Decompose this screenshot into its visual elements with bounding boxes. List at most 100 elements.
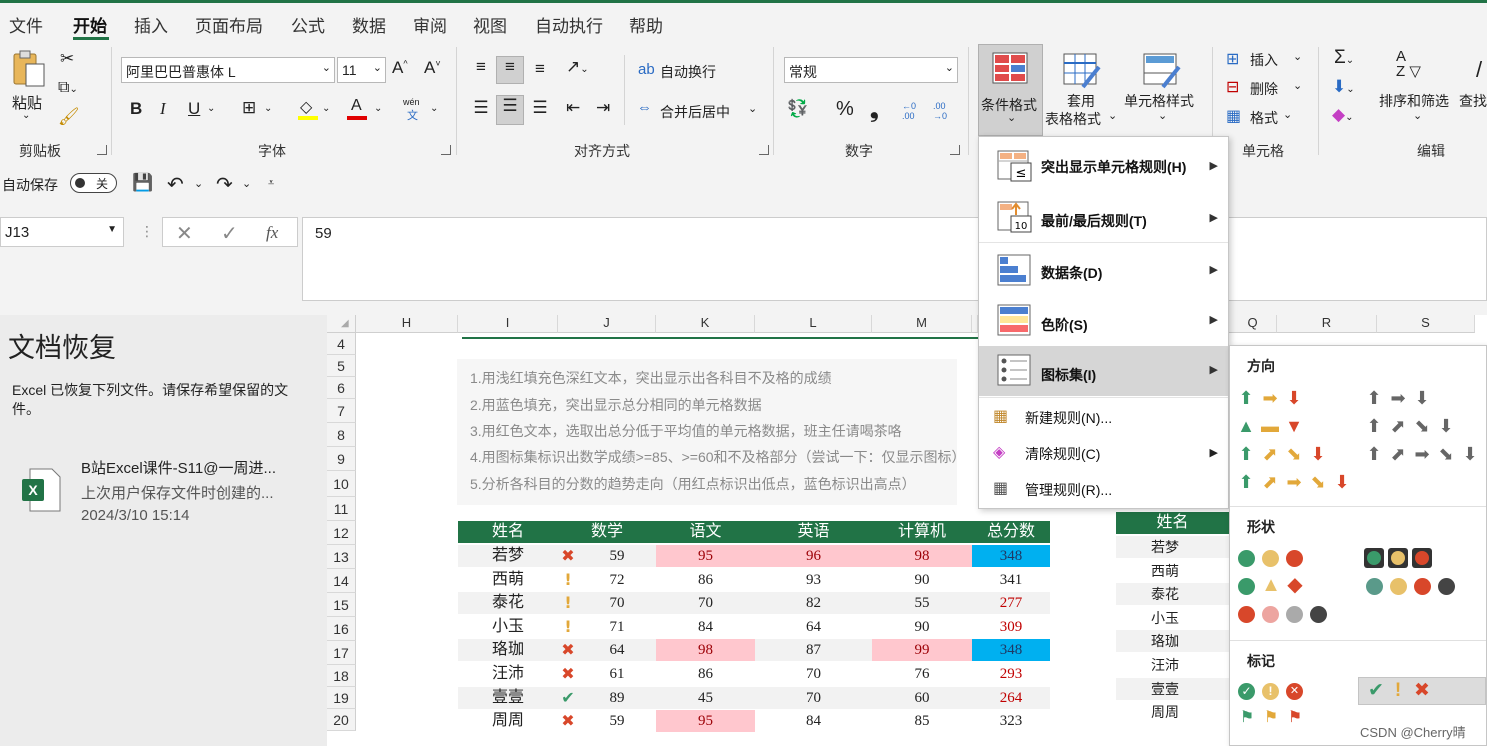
cell-computer[interactable]: 90	[872, 569, 972, 591]
decrease-decimal-icon[interactable]: .00 →0	[933, 101, 947, 121]
tab-automate[interactable]: 自动执行	[535, 12, 603, 37]
tab-home[interactable]: 开始	[73, 12, 107, 37]
orientation-icon[interactable]: ↗⌄	[566, 57, 589, 77]
clipboard-launcher-icon[interactable]	[97, 145, 107, 155]
menu-icon-sets[interactable]: 图标集(I) ▶	[979, 346, 1228, 396]
tab-review[interactable]: 审阅	[413, 12, 447, 37]
copy-icon[interactable]: ⧉⌄	[58, 79, 78, 97]
row-header[interactable]: 20	[327, 709, 356, 731]
cell-icon[interactable]: ✖	[558, 545, 578, 567]
bold-button[interactable]: B	[130, 99, 142, 119]
chevron-down-icon[interactable]: ⌄	[207, 103, 215, 114]
cell-total[interactable]: 341	[972, 569, 1050, 591]
align-left-icon[interactable]: ☰	[469, 98, 493, 118]
autosum-icon[interactable]: Σ⌄	[1334, 47, 1354, 69]
font-name-select[interactable]: 阿里巴巴普惠体 L ⌄	[121, 57, 335, 83]
cell-icon[interactable]: ✖	[558, 639, 578, 661]
phonetic-guide-icon[interactable]: wén 文	[403, 97, 425, 123]
undo-icon[interactable]: ↶	[167, 172, 184, 197]
cell-name[interactable]: 泰花	[458, 592, 558, 614]
column-header[interactable]: J	[558, 315, 656, 333]
cell-english[interactable]: 64	[755, 616, 872, 638]
conditional-format-button[interactable]: 条件格式 ⌄	[978, 44, 1043, 136]
side-cell-name[interactable]: 西萌	[1116, 560, 1214, 582]
decrease-indent-icon[interactable]: ⇤	[566, 98, 580, 118]
cell-icon[interactable]: ✔	[558, 687, 578, 709]
cell-english[interactable]: 70	[755, 687, 872, 709]
cell-icon[interactable]: ✖	[558, 710, 578, 732]
side-cell-name[interactable]: 周周	[1116, 701, 1214, 723]
cell-math[interactable]: 70	[578, 592, 656, 614]
grow-font-icon[interactable]: A^	[392, 58, 408, 78]
row-header[interactable]: 7	[327, 399, 356, 423]
menu-clear-rules[interactable]: ◈ 清除规则(C) ▶	[979, 436, 1228, 468]
side-cell-name[interactable]: 小玉	[1116, 607, 1214, 629]
cell-math[interactable]: 64	[578, 639, 656, 661]
cell-name[interactable]: 周周	[458, 710, 558, 732]
chevron-down-icon[interactable]: ⌄	[374, 103, 382, 114]
column-header[interactable]: R	[1277, 315, 1377, 333]
row-header[interactable]: 4	[327, 333, 356, 355]
cell-icon[interactable]: !	[558, 616, 578, 638]
italic-button[interactable]: I	[160, 99, 166, 119]
shrink-font-icon[interactable]: A˅	[424, 58, 441, 78]
chevron-down-icon[interactable]: ⌄	[748, 102, 757, 115]
side-cell-name[interactable]: 汪沛	[1116, 654, 1214, 676]
cell-math[interactable]: 61	[578, 663, 656, 685]
name-box[interactable]: J13 ▼	[0, 217, 124, 247]
format-painter-icon[interactable]: 🖌	[58, 107, 80, 127]
number-format-select[interactable]: 常规 ⌄	[784, 57, 958, 83]
cancel-icon[interactable]: ✕	[176, 221, 193, 246]
delete-cells-button[interactable]: 删除	[1250, 79, 1278, 99]
cell-total[interactable]: 277	[972, 592, 1050, 614]
cell-english[interactable]: 82	[755, 592, 872, 614]
cell-chinese[interactable]: 95	[656, 545, 755, 567]
row-header[interactable]: 14	[327, 569, 356, 593]
cell-english[interactable]: 87	[755, 639, 872, 661]
row-header[interactable]: 13	[327, 545, 356, 569]
cell-computer[interactable]: 99	[872, 639, 972, 662]
cell-icon[interactable]: ✖	[558, 663, 578, 685]
column-header[interactable]: L	[755, 315, 872, 333]
side-cell-name[interactable]: 珞珈	[1116, 630, 1214, 652]
redo-icon[interactable]: ↷	[216, 172, 233, 197]
row-header[interactable]: 19	[327, 687, 356, 709]
sort-filter-button[interactable]: 排序和筛选	[1379, 91, 1449, 111]
cell-math[interactable]: 59	[578, 710, 656, 732]
row-header[interactable]: 16	[327, 617, 356, 641]
percent-button[interactable]: %	[836, 98, 854, 121]
insert-cells-button[interactable]: 插入	[1250, 50, 1278, 70]
align-right-icon[interactable]: ☰	[528, 98, 552, 118]
cell-name[interactable]: 汪沛	[458, 663, 558, 685]
row-header[interactable]: 6	[327, 377, 356, 399]
paste-icon[interactable]	[10, 50, 48, 95]
format-as-table-icon[interactable]	[1063, 53, 1103, 89]
enter-icon[interactable]: ✓	[221, 221, 238, 246]
cell-chinese[interactable]: 86	[656, 663, 755, 685]
clear-icon[interactable]: ◆⌄	[1332, 105, 1353, 125]
row-header[interactable]: 8	[327, 423, 356, 447]
recovered-file-item[interactable]: X B站Excel课件-S11@一周进... 上次用户保存文件时创建的... 2…	[0, 445, 327, 525]
wrap-text-button[interactable]: 自动换行	[660, 62, 716, 82]
menu-color-scales[interactable]: 色阶(S) ▶	[979, 296, 1228, 346]
column-header[interactable]: Q	[1229, 315, 1277, 333]
row-header[interactable]: 17	[327, 641, 356, 665]
select-all-corner[interactable]: ◢	[327, 315, 356, 333]
cell-math[interactable]: 89	[578, 687, 656, 709]
cell-chinese[interactable]: 98	[656, 639, 755, 662]
cell-english[interactable]: 96	[755, 545, 872, 567]
tab-view[interactable]: 视图	[473, 12, 507, 37]
cell-styles-button[interactable]: 单元格样式	[1124, 91, 1194, 111]
column-header[interactable]: K	[656, 315, 755, 333]
save-icon[interactable]: 💾	[132, 173, 153, 193]
format-cells-button[interactable]: 格式	[1250, 108, 1278, 128]
chevron-down-icon[interactable]: ⌄	[1283, 108, 1292, 121]
merge-center-button[interactable]: 合并后居中	[660, 102, 730, 122]
side-cell-name[interactable]: 若梦	[1116, 536, 1214, 558]
side-cell-name[interactable]: 泰花	[1116, 583, 1214, 605]
row-header[interactable]: 15	[327, 593, 356, 617]
cell-chinese[interactable]: 95	[656, 710, 755, 733]
chevron-down-icon[interactable]: ⌄	[264, 103, 272, 114]
currency-icon[interactable]: 💱	[787, 99, 808, 119]
row-header[interactable]: 11	[327, 497, 356, 521]
